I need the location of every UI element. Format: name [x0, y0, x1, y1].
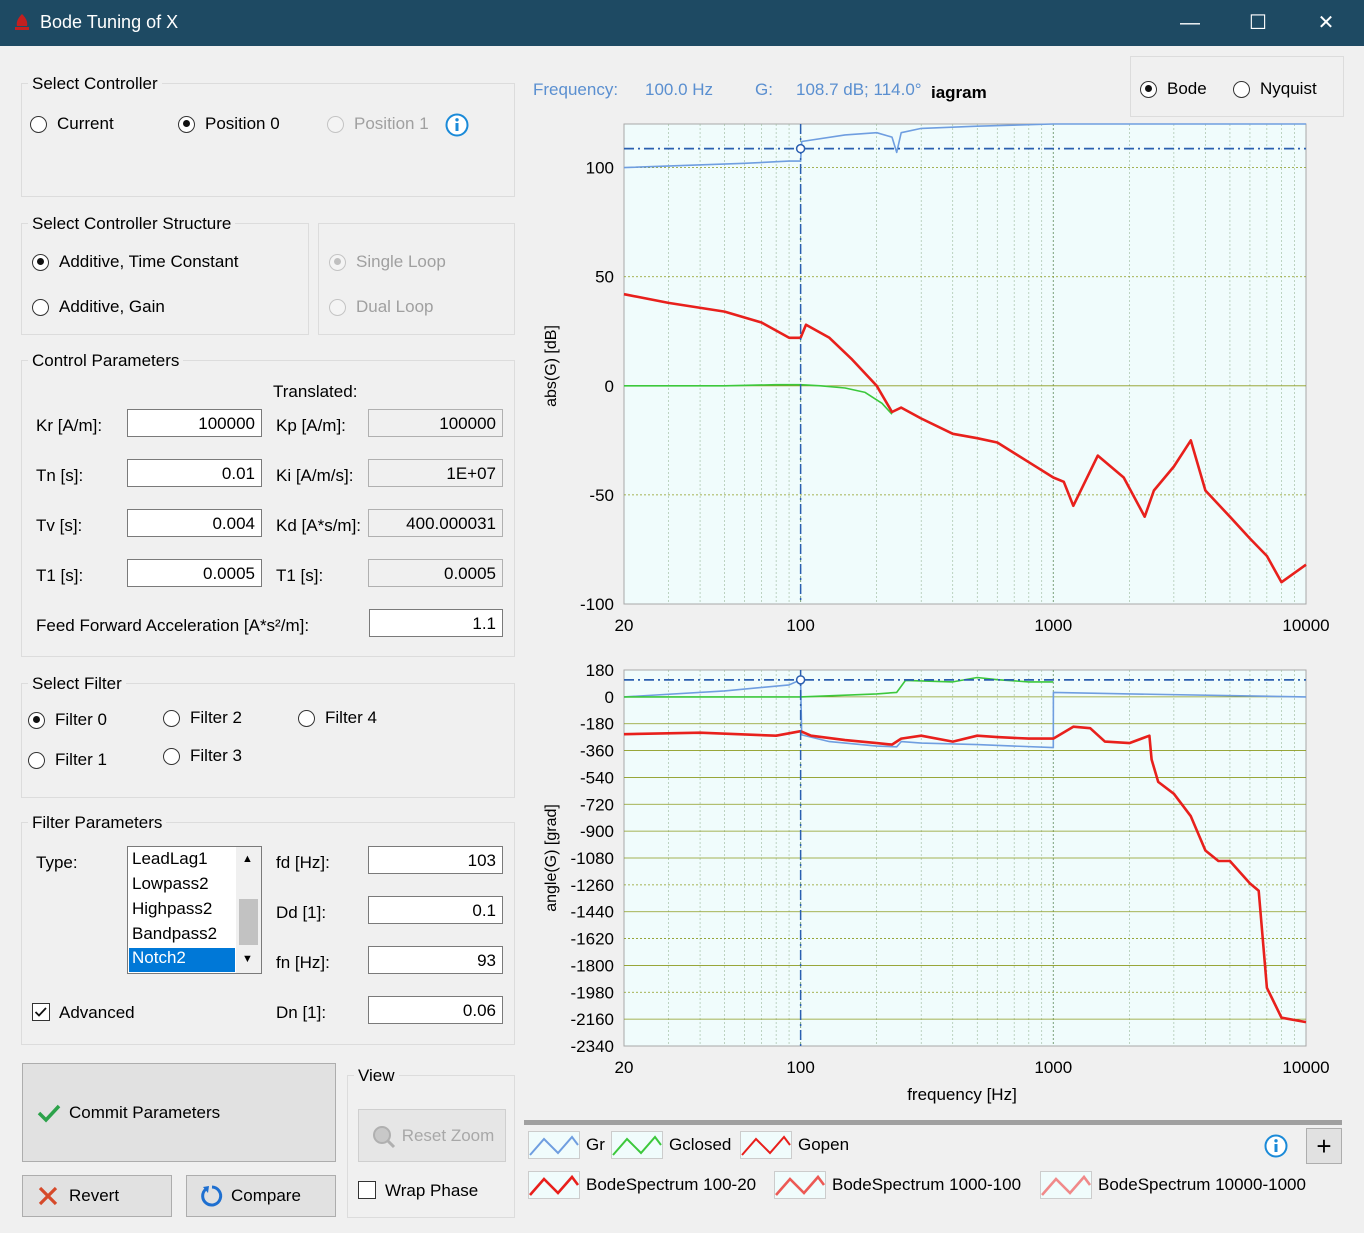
y-tick-label: -180	[580, 715, 614, 734]
revert-label: Revert	[69, 1186, 120, 1205]
x-tick-label: 20	[615, 616, 634, 635]
x-tick-label: 10000	[1282, 1058, 1329, 1077]
y-tick-label: 100	[586, 159, 614, 178]
cursor-marker	[795, 143, 806, 154]
y-tick-label: -1980	[571, 983, 614, 1002]
splitter[interactable]	[524, 1120, 1342, 1125]
y-tick-label: -1260	[571, 876, 614, 895]
y-tick-label: -50	[589, 486, 614, 505]
y-tick-label: 180	[586, 661, 614, 680]
zoom-icon	[372, 1125, 395, 1148]
y-tick-label: -1440	[571, 903, 614, 922]
legend-label: Gclosed	[669, 1135, 732, 1154]
y-axis-label: angle(G) [grad]	[543, 804, 560, 912]
x-tick-label: 100	[786, 616, 814, 635]
legend-item[interactable]: BodeSpectrum 10000-1000	[1040, 1170, 1306, 1200]
legend-label: BodeSpectrum 100-20	[586, 1175, 757, 1194]
y-tick-label: 50	[595, 268, 614, 287]
wrap-phase-checkbox[interactable]	[358, 1181, 376, 1199]
y-axis-label: abs(G) [dB]	[543, 325, 560, 407]
compare-button[interactable]: Compare	[186, 1175, 336, 1217]
info-icon[interactable]	[1264, 1134, 1288, 1158]
x-axis-label: frequency [Hz]	[907, 1085, 1017, 1104]
y-tick-label: -360	[580, 742, 614, 761]
close-icon	[38, 1186, 58, 1206]
bode-chart[interactable]: 100500-50-10020 100 1000 10000abs(G) [dB]18…	[0, 0, 1364, 1120]
add-series-button[interactable]: +	[1306, 1128, 1342, 1164]
y-tick-label: 0	[605, 377, 614, 396]
legend-swatch-icon	[611, 1131, 663, 1159]
legend-label: BodeSpectrum 1000-100	[832, 1175, 1022, 1194]
cursor-marker	[795, 675, 806, 685]
revert-button[interactable]: Revert	[22, 1175, 172, 1217]
legend-swatch-icon	[774, 1171, 826, 1199]
legend-swatch-icon	[528, 1131, 580, 1159]
legend-item[interactable]: Gr	[528, 1130, 605, 1160]
y-tick-label: -1800	[571, 956, 614, 975]
x-tick-label: 100	[786, 1058, 814, 1077]
y-tick-label: 0	[605, 688, 614, 707]
y-tick-label: -100	[580, 595, 614, 614]
x-tick-label: 10000	[1282, 616, 1329, 635]
legend-item[interactable]: BodeSpectrum 100-20	[528, 1170, 756, 1200]
legend-item[interactable]: Gclosed	[611, 1130, 731, 1160]
wrap-phase-label: Wrap Phase	[385, 1181, 479, 1200]
y-tick-label: -720	[580, 795, 614, 814]
compare-label: Compare	[231, 1186, 301, 1205]
reset-zoom-label: Reset Zoom	[401, 1125, 495, 1145]
y-tick-label: -1080	[571, 849, 614, 868]
legend-label: BodeSpectrum 10000-1000	[1098, 1175, 1306, 1194]
legend-label: Gopen	[798, 1135, 850, 1154]
refresh-icon	[201, 1185, 223, 1207]
legend-item[interactable]: Gopen	[740, 1130, 849, 1160]
legend-item[interactable]: BodeSpectrum 1000-100	[774, 1170, 1021, 1200]
y-tick-label: -1620	[571, 930, 614, 949]
legend-swatch-icon	[528, 1171, 580, 1199]
y-tick-label: -900	[580, 822, 614, 841]
x-tick-label: 1000	[1034, 616, 1072, 635]
legend-label: Gr	[586, 1135, 605, 1154]
legend-swatch-icon	[1040, 1171, 1092, 1199]
plot-area	[623, 123, 1307, 605]
x-tick-label: 20	[615, 1058, 634, 1077]
y-tick-label: -2160	[571, 1010, 614, 1029]
y-tick-label: -540	[580, 768, 614, 787]
legend-swatch-icon	[740, 1131, 792, 1159]
x-tick-label: 1000	[1034, 1058, 1072, 1077]
y-tick-label: -2340	[571, 1037, 614, 1056]
